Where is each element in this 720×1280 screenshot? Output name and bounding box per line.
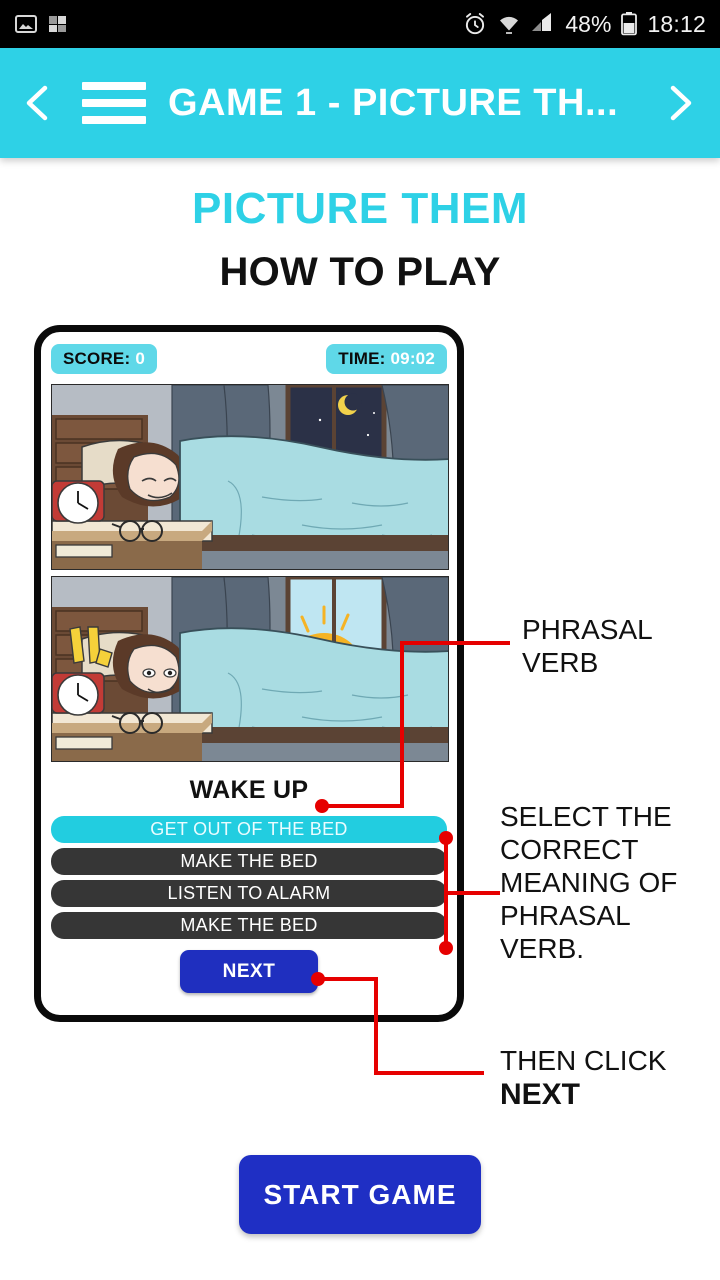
- time-value: 09:02: [390, 349, 435, 368]
- chevron-left-icon[interactable]: [16, 81, 60, 125]
- answer-option[interactable]: MAKE THE BED: [51, 912, 447, 939]
- photo-icon: [15, 15, 37, 33]
- cell-signal-icon: [532, 13, 552, 31]
- clock-label: 18:12: [647, 10, 706, 37]
- app-bar-title: GAME 1 - PICTURE TH...: [168, 81, 619, 124]
- page-title: PICTURE THEM: [192, 184, 528, 233]
- next-button-container: NEXT: [51, 950, 447, 993]
- illustration-panel-morning: [51, 576, 449, 762]
- score-value: 0: [135, 349, 145, 368]
- answer-option[interactable]: MAKE THE BED: [51, 848, 447, 875]
- chevron-right-icon[interactable]: [658, 81, 702, 125]
- phrasal-verb-prompt: WAKE UP: [189, 776, 309, 804]
- alarm-icon: [466, 13, 485, 35]
- status-bar: 48% 18:12: [0, 0, 720, 48]
- answer-options: GET OUT OF THE BED MAKE THE BED LISTEN T…: [51, 816, 447, 939]
- page-subtitle: HOW TO PLAY: [219, 250, 501, 294]
- next-button[interactable]: NEXT: [180, 950, 318, 993]
- battery-percent-label: 48%: [565, 10, 612, 37]
- signal-bars-icon: [49, 16, 66, 32]
- game-preview-mockup: SCORE: 0 TIME: 09:02 WAKE UP GET OUT OF …: [34, 325, 464, 1022]
- time-badge: TIME: 09:02: [326, 344, 447, 374]
- time-label: TIME:: [338, 349, 386, 368]
- annotation-phrasal-verb-line2: VERB: [522, 647, 599, 679]
- annotation-phrasal-verb: PHRASAL VERB: [522, 613, 653, 679]
- annotation-phrasal-verb-line1: PHRASAL: [522, 614, 653, 645]
- status-bar-right-icons: 48% 18:12: [462, 11, 706, 38]
- hamburger-menu-icon[interactable]: [82, 82, 146, 124]
- illustration-panel-night: [51, 384, 449, 570]
- app-bar: GAME 1 - PICTURE TH...: [0, 48, 720, 158]
- battery-icon: [621, 12, 638, 36]
- score-badge: SCORE: 0: [51, 344, 157, 374]
- wifi-icon: [500, 16, 519, 34]
- annotation-select-meaning: SELECT THE CORRECT MEANING OF PHRASAL VE…: [500, 801, 678, 965]
- mockup-content: SCORE: 0 TIME: 09:02 WAKE UP GET OUT OF …: [41, 332, 457, 1015]
- score-label: SCORE:: [63, 349, 131, 368]
- annotation-then-click-text: THEN CLICK: [500, 1045, 667, 1076]
- mockup-hud: SCORE: 0 TIME: 09:02: [51, 340, 447, 378]
- annotation-then-click: THEN CLICK NEXT: [500, 1044, 715, 1112]
- annotation-then-click-bold: NEXT: [500, 1078, 581, 1112]
- answer-option[interactable]: GET OUT OF THE BED: [51, 816, 447, 843]
- status-bar-left-icons: [14, 12, 70, 36]
- start-game-button[interactable]: START GAME: [239, 1155, 481, 1234]
- answer-option[interactable]: LISTEN TO ALARM: [51, 880, 447, 907]
- app-screen: 48% 18:12 GAME 1 - PICTURE TH... PICTURE…: [0, 0, 720, 1280]
- illustration-panels: [51, 384, 449, 762]
